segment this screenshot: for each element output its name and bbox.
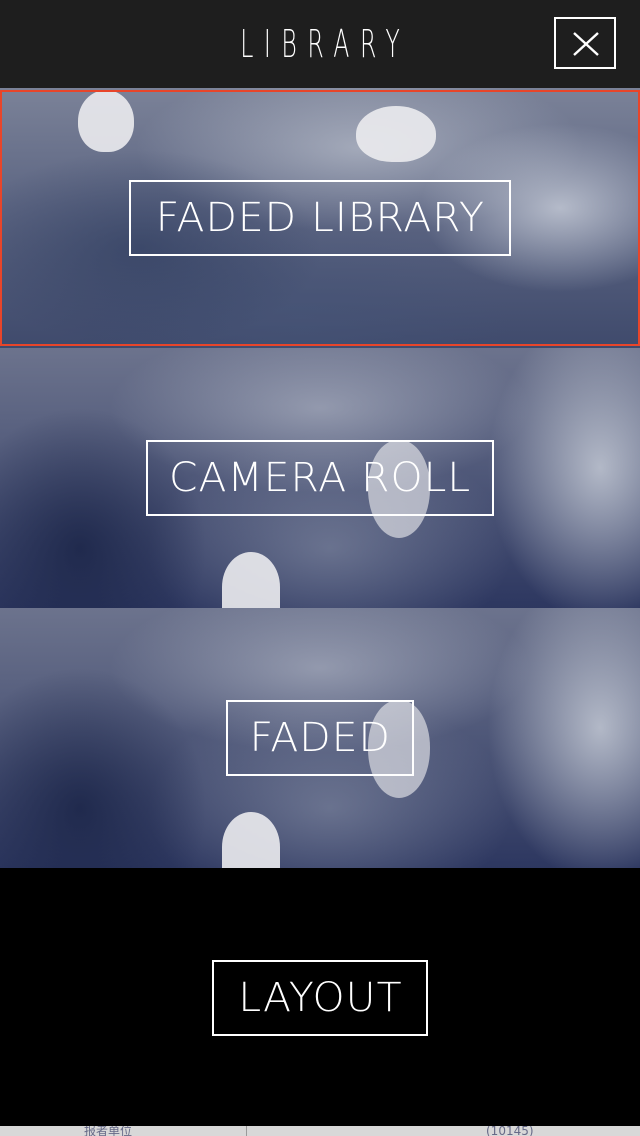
bottom-strip-left-text: 报者单位 [84, 1126, 133, 1136]
divider [246, 1126, 247, 1136]
bottom-strip: 报者单位 (10145) [0, 1126, 640, 1136]
close-button[interactable] [554, 17, 616, 69]
camera-roll-label: CAMERA ROLL [168, 455, 472, 501]
header-bar: LIBRARY [0, 0, 640, 88]
camera-roll-button[interactable]: CAMERA ROLL [146, 440, 494, 516]
page-title: LIBRARY [240, 22, 411, 66]
swan-shape [356, 106, 436, 162]
faded-library-button[interactable]: FADED LIBRARY [129, 180, 511, 256]
swan-shape [78, 90, 134, 152]
faded-button[interactable]: FADED [226, 700, 414, 776]
camera-roll-row[interactable]: CAMERA ROLL [0, 348, 640, 608]
faded-library-label: FADED LIBRARY [155, 195, 485, 241]
layout-label: LAYOUT [237, 975, 403, 1021]
faded-library-row[interactable]: FADED LIBRARY [0, 88, 640, 348]
library-screen: LIBRARY FADED LIBRARY CAMERA ROLL FADED [0, 0, 640, 1136]
bottom-strip-right-text: (10145) [486, 1126, 534, 1136]
layout-row[interactable]: LAYOUT [0, 868, 640, 1126]
faded-label: FADED [249, 715, 391, 761]
layout-button[interactable]: LAYOUT [212, 960, 428, 1036]
close-icon [573, 32, 599, 56]
faded-row[interactable]: FADED [0, 608, 640, 868]
